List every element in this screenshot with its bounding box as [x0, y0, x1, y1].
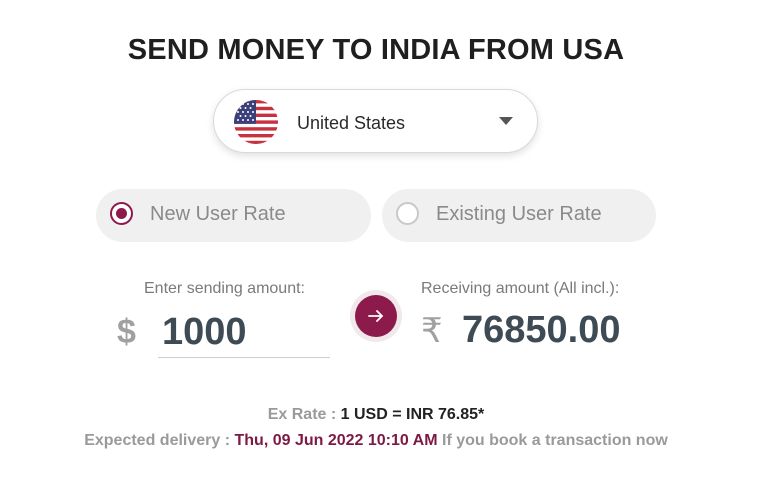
expected-delivery-line: Expected delivery : Thu, 09 Jun 2022 10:…: [0, 432, 752, 450]
existing-user-rate-label: Existing User Rate: [436, 203, 602, 225]
sending-amount-label: Enter sending amount:: [144, 280, 305, 297]
receiving-amount-value: 76850.00: [462, 309, 621, 351]
exchange-rate-label: Ex Rate :: [267, 406, 337, 423]
page-title: SEND MONEY TO INDIA FROM USA: [127, 34, 625, 66]
dollar-icon: $: [117, 313, 136, 351]
expected-delivery-label: Expected delivery :: [84, 432, 231, 449]
country-name: United States: [297, 113, 406, 133]
new-user-rate-option[interactable]: New User Rate: [96, 189, 371, 242]
new-user-rate-label: New User Rate: [150, 203, 286, 225]
existing-user-rate-option[interactable]: Existing User Rate: [382, 189, 656, 242]
country-select[interactable]: United States: [213, 89, 538, 153]
existing-user-rate-radio[interactable]: [396, 202, 419, 225]
expected-delivery-date: Thu, 09 Jun 2022 10:10 AM: [234, 432, 438, 449]
exchange-rate-line: Ex Rate : 1 USD = INR 76.85*: [0, 406, 752, 424]
receiving-amount-label: Receiving amount (All incl.):: [421, 280, 620, 297]
sending-amount-input[interactable]: [158, 308, 330, 358]
convert-button[interactable]: [355, 295, 397, 337]
new-user-rate-radio[interactable]: [110, 202, 133, 225]
chevron-down-icon: [499, 117, 513, 125]
us-flag-icon: [234, 100, 278, 144]
rupee-icon: ₹: [421, 312, 443, 350]
expected-delivery-note: If you book a transaction now: [442, 432, 668, 449]
arrow-right-icon: [368, 310, 383, 322]
send-money-page: SEND MONEY TO INDIA FROM USA United Stat…: [0, 0, 768, 490]
exchange-rate-value: 1 USD = INR 76.85*: [340, 406, 485, 423]
